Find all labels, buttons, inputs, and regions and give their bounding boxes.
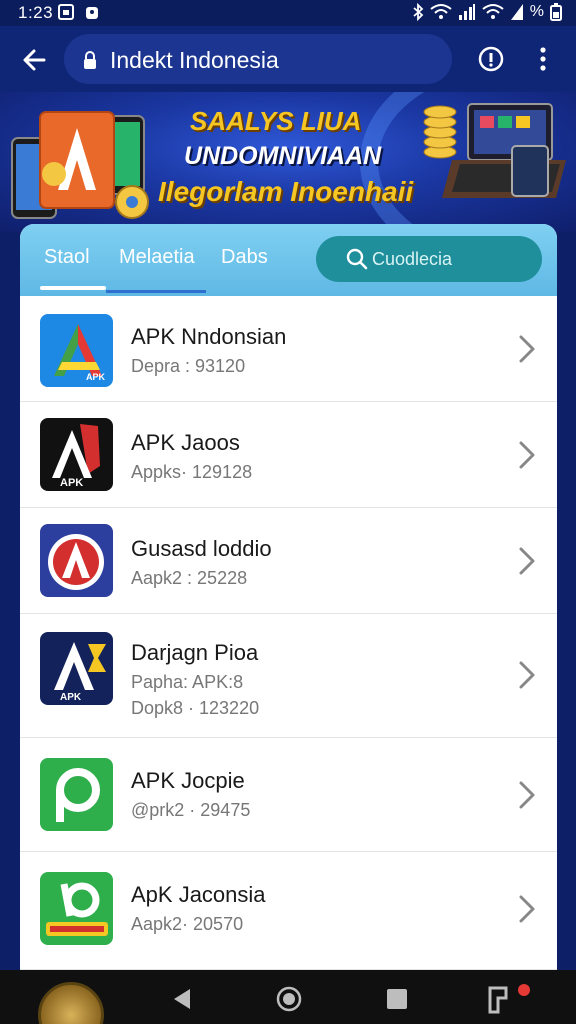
app-subtitle: Aapk2· 20570 [131,914,244,934]
signal-icon [458,4,475,20]
more-vert-icon[interactable] [532,44,554,74]
list-item[interactable]: ApK Jaconsia Aapk2· 20570 [20,852,557,970]
svg-text:APK: APK [60,692,82,703]
signal-icon-2 [510,4,523,20]
list-item[interactable]: Gusasd loddio Aapk2 : 25228 [20,508,557,614]
status-bar: 1:23 % [0,0,576,26]
list-item[interactable]: APK APK Nndonsian Depra : 93120 [20,296,557,402]
app-title: Darjagn Pioa [131,640,259,665]
banner-headline: SAALYS LIUA [190,106,362,136]
chevron-right-icon [519,441,535,469]
tab-staol[interactable]: Staol [44,246,90,269]
system-nav-bar [0,970,576,1024]
battery-percent: % [529,3,544,20]
app-list-card: Staol Melaetia Dabs Cuodlecia APK APK Nn… [20,224,557,970]
app-title: ApK Jaconsia [131,882,266,907]
banner-subheadline: UNDOMNIVIAAN [184,142,382,170]
svg-text:APK: APK [60,477,83,489]
chevron-right-icon [519,335,535,363]
apk-green-yellow-icon [40,872,113,945]
tab-melaetia[interactable]: Melaetia [119,246,195,269]
active-tab-indicator [40,286,106,290]
app-subtitle: Depra : 93120 [131,356,246,376]
app-subtitle: @prk2 · 29475 [131,800,251,820]
search-icon [346,248,368,270]
laptop-coins-illustration [423,103,566,198]
status-time: 1:23 [18,3,54,22]
phones-apk-illustration [11,111,149,219]
app-title: Gusasd loddio [131,536,272,561]
chevron-right-icon [519,547,535,575]
tab-bar: Staol Melaetia Dabs Cuodlecia [20,224,557,296]
lock-icon [84,51,96,69]
app-subtitle-secondary: Dopk8 · 123220 [131,698,260,718]
app-title: APK Jaoos [131,430,240,455]
notification-badge [518,984,530,996]
apk-red-shield-icon [40,524,113,597]
bluetooth-icon [413,3,424,21]
image-notification-icon [58,4,74,20]
app-subtitle: Papha: APK:8 [131,672,244,692]
search-input[interactable]: Cuodlecia [316,236,542,282]
app-subtitle: Aapk2 : 25228 [131,568,248,588]
browser-toolbar: Indekt Indonesia [0,26,576,92]
promo-banner[interactable]: SAALYS LIUA UNDOMNIVIAAN Ilegorlam Inoen… [0,92,576,232]
list-item[interactable]: APK APK Jaoos Appks· 129128 [20,402,557,508]
app-title: APK Nndonsian [131,324,287,349]
address-bar[interactable]: Indekt Indonesia [64,34,452,84]
apk-black-red-icon: APK [40,418,113,491]
bag-notification-icon [86,7,98,19]
search-placeholder: Cuodlecia [372,249,453,269]
wifi-icon-2 [482,4,504,19]
back-arrow-icon[interactable] [18,43,52,77]
chevron-right-icon [519,661,535,689]
list-item[interactable]: APK Darjagn Pioa Papha: APK:8 Dopk8 · 12… [20,614,557,738]
list-item[interactable]: APK Jocpie @prk2 · 29475 [20,738,557,852]
info-icon[interactable] [478,46,504,72]
status-notification-icons [58,4,100,20]
app-title: APK Jocpie [131,768,245,793]
url-text: Indekt Indonesia [110,47,279,73]
svg-text:APK: APK [86,372,106,382]
app-switch-icon[interactable] [484,982,514,1016]
chevron-right-icon [519,781,535,809]
app-subtitle: Appks· 129128 [131,462,253,482]
apk-green-p-icon [40,758,113,831]
wifi-icon [430,4,452,19]
chevron-right-icon [519,895,535,923]
app-shortcut-avatar[interactable] [38,982,104,1024]
tab-track-line [106,290,206,293]
battery-icon [550,3,562,21]
banner-tagline: Ilegorlam Inoenhaii [158,176,414,207]
nav-recents-icon[interactable] [386,988,408,1010]
nav-back-icon[interactable] [172,987,192,1011]
tab-dabs[interactable]: Dabs [221,246,268,269]
nav-home-icon[interactable] [276,986,302,1012]
apk-triangle-blue-icon: APK [40,314,113,387]
status-system-icons: % [412,3,562,21]
apk-navy-a3-icon: APK [40,632,113,705]
